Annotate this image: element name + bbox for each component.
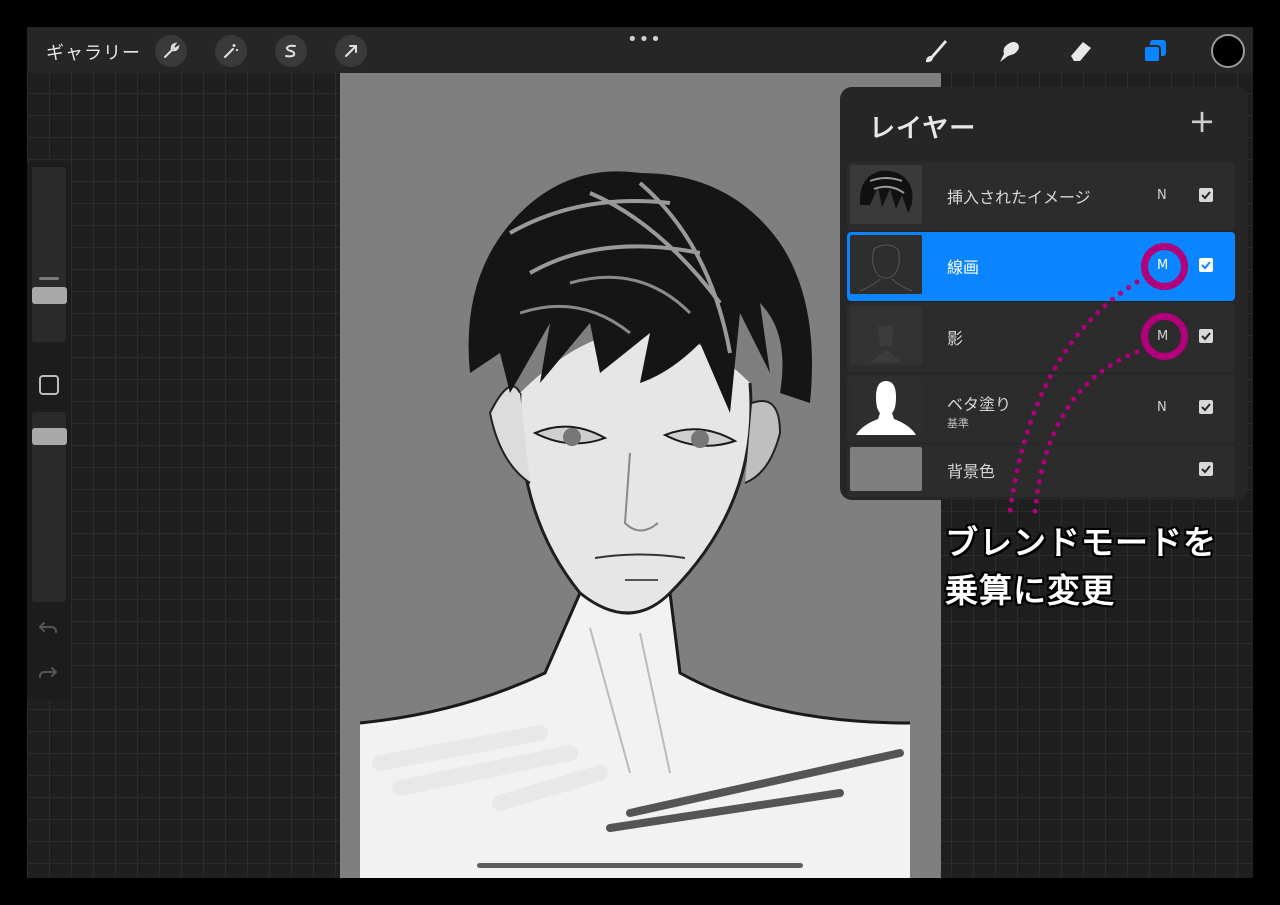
undo-button[interactable] [37,617,59,644]
layer-thumbnail [850,165,922,224]
layer-thumbnail [850,306,922,365]
selection-button[interactable] [275,35,307,67]
highlight-ring [1141,243,1188,290]
checkmark-icon [1201,403,1211,412]
annotation-text: ブレンドモードを 乗算に変更 [945,519,1217,615]
left-sidebar [27,162,71,700]
redo-icon [39,667,58,678]
layer-name: ベタ塗り [947,395,1012,414]
highlight-ring [1141,313,1188,360]
modify-button[interactable] [39,375,59,395]
checkmark-icon [1201,261,1211,270]
top-toolbar: ギャラリー ••• [27,27,1253,73]
layers-tool[interactable] [1137,33,1173,69]
checkmark-icon [1201,191,1211,200]
layer-visibility-checkbox[interactable] [1199,400,1213,414]
annotation-line-1: ブレンドモードを [945,523,1217,562]
smudge-tool[interactable] [991,33,1027,69]
layer-visibility-checkbox[interactable] [1199,462,1213,476]
layer-visibility-checkbox[interactable] [1199,258,1213,272]
wrench-icon [164,42,180,58]
brush-icon [926,40,947,63]
checkmark-icon [1201,332,1211,341]
layers-panel-title: レイヤー [869,114,977,144]
blend-mode-button[interactable]: N [1157,400,1167,415]
smudge-icon [1000,42,1019,62]
layer-row[interactable]: 挿入されたイメージ N [847,162,1235,231]
layers-panel: レイヤー + 挿入されたイメージ N 線画 M 影 M ベタ塗り 基準 N 背景… [840,87,1248,500]
redo-button[interactable] [37,662,59,689]
gallery-button[interactable]: ギャラリー [46,39,141,65]
annotation-line-2: 乗算に変更 [945,571,1115,610]
layer-name: 挿入されたイメージ [947,188,1091,207]
add-layer-button[interactable]: + [1188,105,1216,137]
actions-button[interactable] [155,35,187,67]
color-picker-button[interactable] [1211,34,1245,68]
layer-name: 線画 [947,258,980,277]
layer-thumbnail [850,447,922,491]
transform-button[interactable] [335,35,367,67]
eraser-tool[interactable] [1063,33,1099,69]
layer-row[interactable]: ベタ塗り 基準 N [847,374,1235,443]
selection-icon [285,44,296,58]
brush-size-marker [39,277,59,280]
procreate-screen: ギャラリー ••• レイヤー + 挿入されたイメージ N 線画 M 影 M ベタ… [27,27,1253,878]
more-options-button[interactable]: ••• [627,29,662,50]
layer-row[interactable]: 背景色 [847,444,1235,497]
brush-size-slider[interactable] [32,167,66,342]
brush-size-thumb[interactable] [32,287,67,304]
checkmark-icon [1201,465,1211,474]
layer-name: 背景色 [947,462,996,481]
magic-wand-icon [224,44,238,58]
layer-visibility-checkbox[interactable] [1199,188,1213,202]
layer-visibility-checkbox[interactable] [1199,329,1213,343]
layer-thumbnail [850,377,922,436]
transform-arrow-icon [345,45,357,57]
brush-tool[interactable] [918,33,954,69]
layer-reference-label: 基準 [947,417,969,430]
layers-icon [1143,40,1166,63]
layer-thumbnail [850,235,922,294]
layer-name: 影 [947,329,964,348]
blend-mode-button[interactable]: N [1157,188,1167,203]
opacity-thumb[interactable] [32,428,67,445]
eraser-icon [1071,42,1091,61]
adjustments-button[interactable] [215,35,247,67]
home-indicator[interactable] [477,863,803,868]
undo-icon [38,622,57,633]
